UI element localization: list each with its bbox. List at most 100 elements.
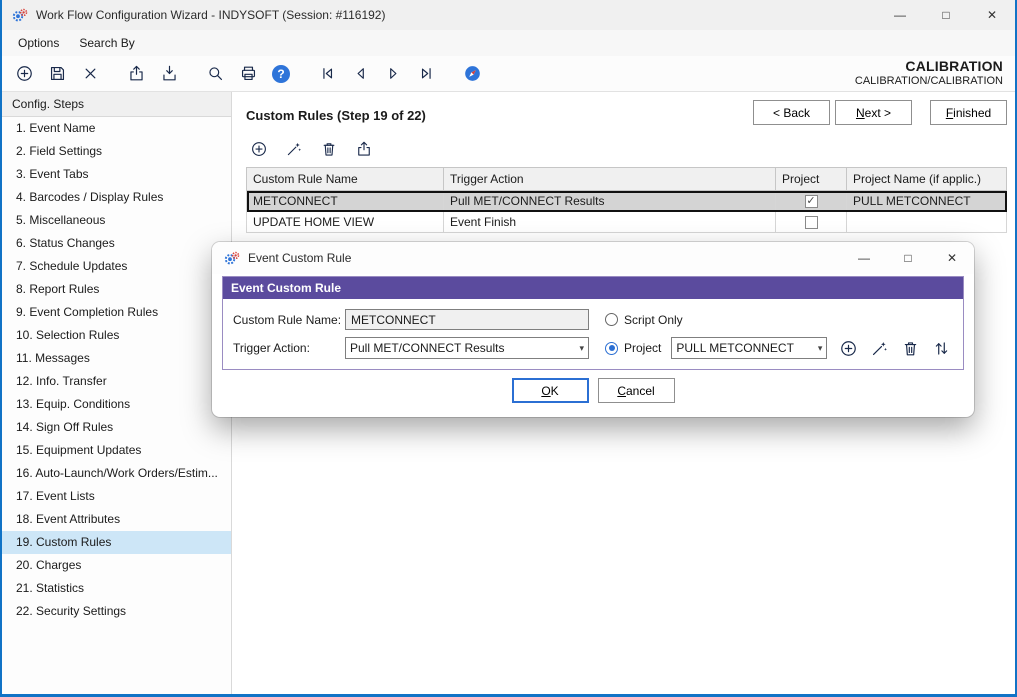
config-step-11[interactable]: 11. Messages xyxy=(2,347,231,370)
import-icon xyxy=(160,64,179,83)
group-header: Event Custom Rule xyxy=(223,277,963,299)
config-step-18[interactable]: 18. Event Attributes xyxy=(2,508,231,531)
export-icon xyxy=(355,140,373,158)
toolbar-last-record-button[interactable] xyxy=(414,62,438,86)
table-row[interactable]: UPDATE HOME VIEW Event Finish xyxy=(247,212,1007,233)
finished-button[interactable]: Finished xyxy=(930,100,1007,125)
edit-rule-button[interactable] xyxy=(283,138,305,160)
minimize-button[interactable]: — xyxy=(877,0,923,30)
window-controls: — □ ✕ xyxy=(877,0,1015,30)
script-only-radio[interactable] xyxy=(605,313,618,326)
trash-icon xyxy=(320,140,338,158)
ok-button[interactable]: OK xyxy=(512,378,589,403)
add-project-button[interactable] xyxy=(837,337,859,359)
circle-plus-icon xyxy=(15,64,34,83)
config-step-19[interactable]: 19. Custom Rules xyxy=(2,531,231,554)
custom-rule-name-input[interactable] xyxy=(345,309,589,330)
config-step-20[interactable]: 20. Charges xyxy=(2,554,231,577)
main-toolbar: CALIBRATION CALIBRATION/CALIBRATION xyxy=(2,56,1015,92)
config-step-9[interactable]: 9. Event Completion Rules xyxy=(2,301,231,324)
toolbar-export-button[interactable] xyxy=(124,62,148,86)
menu-options[interactable]: Options xyxy=(8,32,69,54)
toolbar-previous-record-button[interactable] xyxy=(348,62,372,86)
trigger-action-dropdown[interactable]: Pull MET/CONNECT Results xyxy=(345,337,589,359)
script-only-radio-group: Script Only xyxy=(605,313,683,327)
toolbar-import-button[interactable] xyxy=(157,62,181,86)
checkbox-check-icon: ✓ xyxy=(806,196,815,207)
toolbar-add-button[interactable] xyxy=(12,62,36,86)
cell-project-name[interactable] xyxy=(847,212,1007,233)
cell-trigger-action[interactable]: Pull MET/CONNECT Results xyxy=(444,191,776,212)
export-rules-button[interactable] xyxy=(353,138,375,160)
delete-rule-button[interactable] xyxy=(318,138,340,160)
dialog-minimize-button[interactable]: — xyxy=(842,242,886,274)
circle-plus-icon xyxy=(250,140,268,158)
dialog-maximize-button[interactable]: □ xyxy=(886,242,930,274)
project-radio-group: Project xyxy=(605,341,661,355)
config-step-14[interactable]: 14. Sign Off Rules xyxy=(2,416,231,439)
config-step-7[interactable]: 7. Schedule Updates xyxy=(2,255,231,278)
col-header-trigger-action[interactable]: Trigger Action xyxy=(444,168,776,191)
project-name-dropdown[interactable]: PULL METCONNECT xyxy=(671,337,827,359)
toolbar-delete-button[interactable] xyxy=(78,62,102,86)
config-step-22[interactable]: 22. Security Settings xyxy=(2,600,231,623)
cancel-button[interactable]: Cancel xyxy=(598,378,675,403)
dialog-close-button[interactable]: ✕ xyxy=(930,242,974,274)
app-window: Work Flow Configuration Wizard - INDYSOF… xyxy=(0,0,1017,697)
col-header-custom-rule-name[interactable]: Custom Rule Name xyxy=(247,168,444,191)
cell-project[interactable]: ✓ xyxy=(776,191,847,212)
trash-icon xyxy=(901,339,920,358)
project-checkbox[interactable]: ✓ xyxy=(805,195,818,208)
toolbar-first-record-button[interactable] xyxy=(315,62,339,86)
toolbar-next-record-button[interactable] xyxy=(381,62,405,86)
config-step-17[interactable]: 17. Event Lists xyxy=(2,485,231,508)
magic-wand-icon xyxy=(870,339,889,358)
trigger-action-row: Trigger Action: Pull MET/CONNECT Results… xyxy=(233,337,953,359)
maximize-button[interactable]: □ xyxy=(923,0,969,30)
config-step-12[interactable]: 12. Info. Transfer xyxy=(2,370,231,393)
toolbar-save-button[interactable] xyxy=(45,62,69,86)
rules-toolbar xyxy=(248,138,1007,160)
next-record-icon xyxy=(384,64,403,83)
project-checkbox[interactable] xyxy=(805,216,818,229)
back-button[interactable]: < Back xyxy=(753,100,830,125)
config-step-13[interactable]: 13. Equip. Conditions xyxy=(2,393,231,416)
trigger-action-label: Trigger Action: xyxy=(233,341,345,355)
cell-custom-rule-name[interactable]: UPDATE HOME VIEW xyxy=(247,212,444,233)
config-step-4[interactable]: 4. Barcodes / Display Rules xyxy=(2,186,231,209)
config-step-8[interactable]: 8. Report Rules xyxy=(2,278,231,301)
config-step-6[interactable]: 6. Status Changes xyxy=(2,232,231,255)
toolbar-search-button[interactable] xyxy=(203,62,227,86)
cell-trigger-action[interactable]: Event Finish xyxy=(444,212,776,233)
menu-search-by[interactable]: Search By xyxy=(69,32,144,54)
previous-record-icon xyxy=(351,64,370,83)
config-step-5[interactable]: 5. Miscellaneous xyxy=(2,209,231,232)
add-rule-button[interactable] xyxy=(248,138,270,160)
toolbar-compass-button[interactable] xyxy=(460,62,484,86)
dialog-window-controls: — □ ✕ xyxy=(842,242,974,274)
config-step-3[interactable]: 3. Event Tabs xyxy=(2,163,231,186)
config-step-16[interactable]: 16. Auto-Launch/Work Orders/Estim... xyxy=(2,462,231,485)
circle-plus-icon xyxy=(839,339,858,358)
table-row[interactable]: METCONNECT Pull MET/CONNECT Results ✓ PU… xyxy=(247,191,1007,212)
program-title: CALIBRATION xyxy=(855,58,1003,76)
project-radio[interactable] xyxy=(605,342,618,355)
delete-project-button[interactable] xyxy=(899,337,921,359)
toolbar-print-button[interactable] xyxy=(236,62,260,86)
cell-project-name[interactable]: PULL METCONNECT xyxy=(847,191,1007,212)
dialog-form: Custom Rule Name: Script Only Trigger Ac… xyxy=(223,299,963,369)
col-header-project[interactable]: Project xyxy=(776,168,847,191)
cell-custom-rule-name[interactable]: METCONNECT xyxy=(247,191,444,212)
edit-project-button[interactable] xyxy=(868,337,890,359)
config-step-1[interactable]: 1. Event Name xyxy=(2,117,231,140)
col-header-project-name[interactable]: Project Name (if applic.) xyxy=(847,168,1007,191)
config-step-15[interactable]: 15. Equipment Updates xyxy=(2,439,231,462)
cell-project[interactable] xyxy=(776,212,847,233)
close-button[interactable]: ✕ xyxy=(969,0,1015,30)
toolbar-help-button[interactable] xyxy=(269,62,293,86)
config-step-21[interactable]: 21. Statistics xyxy=(2,577,231,600)
reorder-button[interactable] xyxy=(930,337,952,359)
next-button[interactable]: Next > xyxy=(835,100,912,125)
config-step-2[interactable]: 2. Field Settings xyxy=(2,140,231,163)
config-step-10[interactable]: 10. Selection Rules xyxy=(2,324,231,347)
